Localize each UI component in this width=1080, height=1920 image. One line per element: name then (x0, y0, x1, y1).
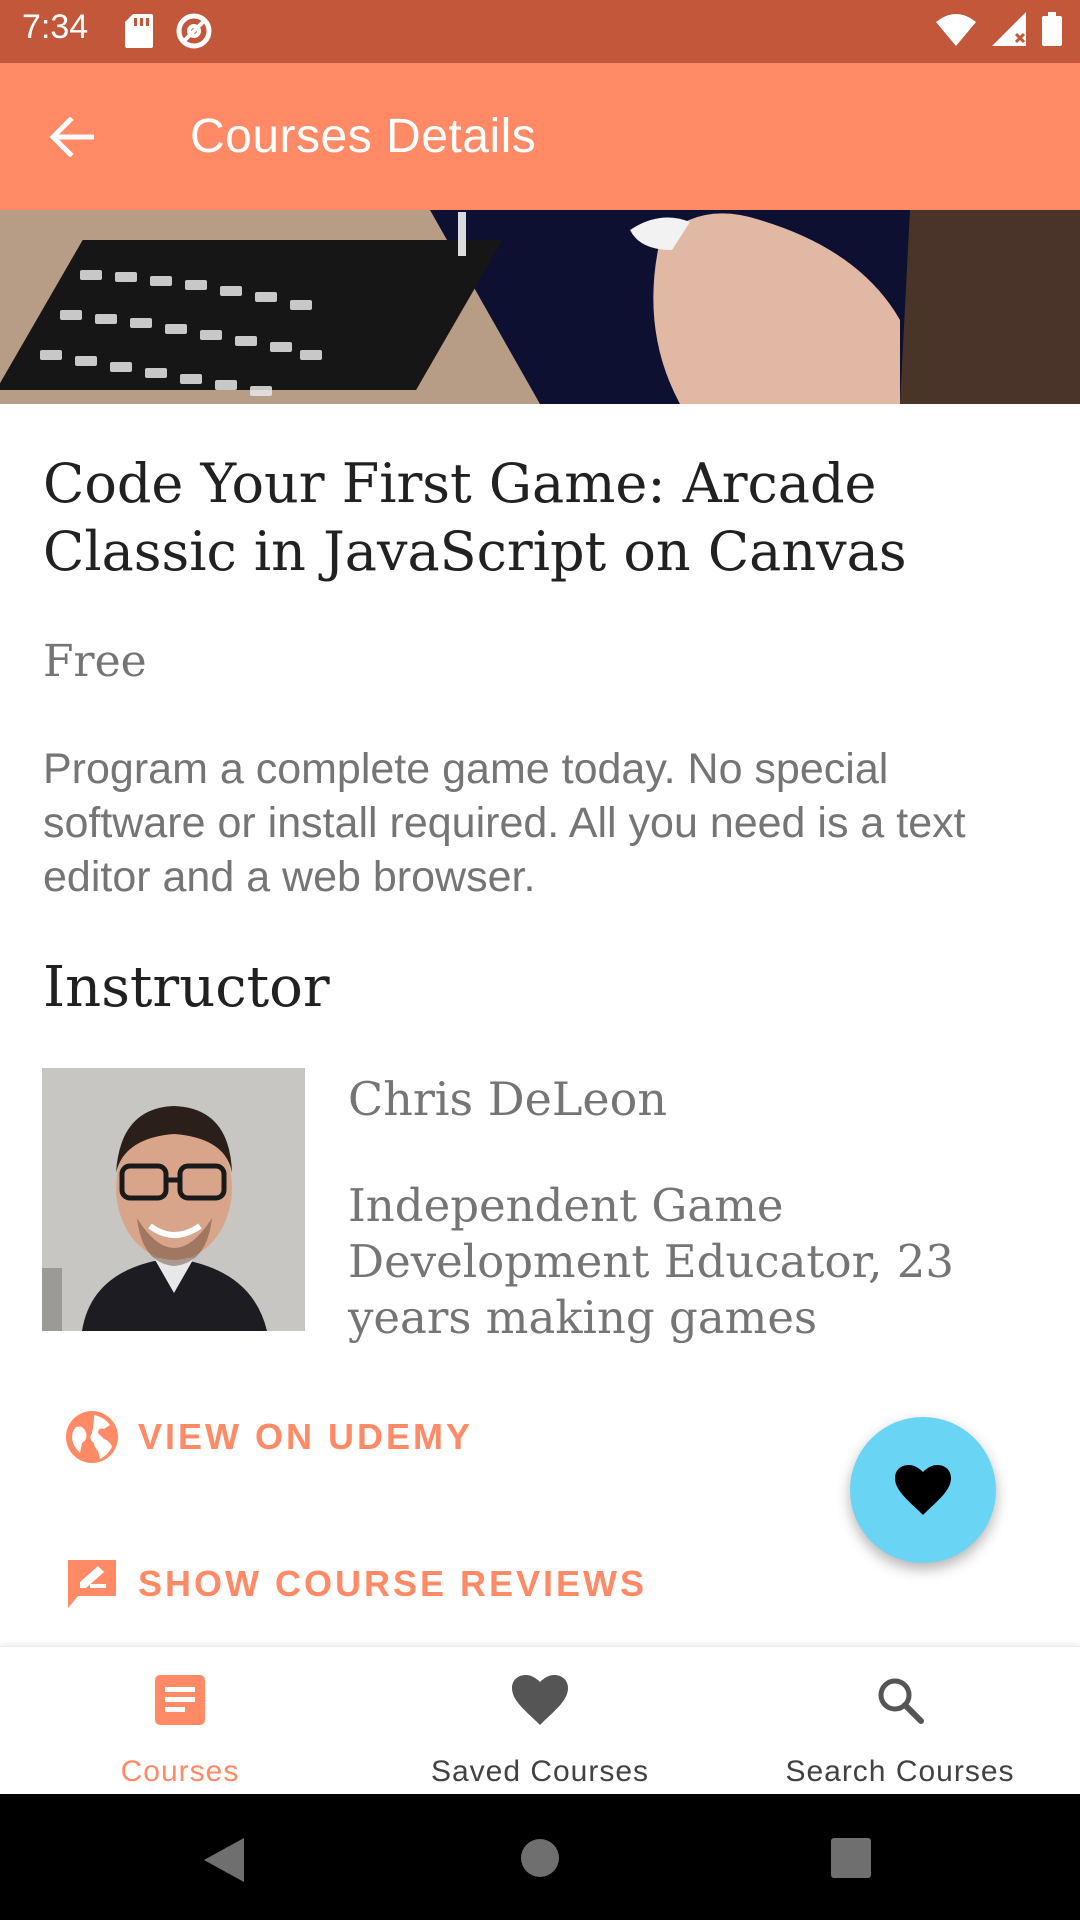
save-course-fab[interactable] (850, 1417, 996, 1563)
system-recents-button[interactable] (831, 1838, 871, 1882)
nav-label-courses: Courses (120, 1755, 240, 1788)
circle-home-icon (521, 1839, 559, 1877)
square-recents-icon (831, 1838, 871, 1878)
arrow-back-icon (49, 117, 94, 157)
status-bar: 7:34 (0, 0, 1080, 63)
view-on-udemy-label: VIEW ON UDEMY (138, 1416, 474, 1457)
system-home-button[interactable] (520, 1838, 560, 1882)
status-system-icons (936, 12, 1062, 46)
list-icon (155, 1675, 205, 1725)
sd-card-icon (125, 14, 153, 48)
system-navigation-bar (0, 1794, 1080, 1920)
system-back-button[interactable] (204, 1838, 244, 1886)
triangle-back-icon (204, 1838, 244, 1882)
battery-icon (1042, 12, 1062, 46)
show-course-reviews-label: SHOW COURSE REVIEWS (138, 1563, 648, 1604)
course-price: Free (43, 636, 147, 687)
nav-item-courses[interactable]: Courses (0, 1647, 360, 1795)
globe-icon (66, 1411, 118, 1463)
app-bar: Courses Details (0, 63, 1080, 210)
instructor-avatar (42, 1068, 305, 1331)
status-time: 7:34 (22, 8, 89, 46)
course-title: Code Your First Game: Arcade Classic in … (43, 452, 907, 583)
rate-review-icon (68, 1560, 116, 1608)
view-on-udemy-button[interactable]: VIEW ON UDEMY (64, 1409, 473, 1465)
nav-label-search-courses: Search Courses (785, 1755, 1015, 1788)
nav-item-search-courses[interactable]: Search Courses (720, 1647, 1080, 1795)
search-icon (878, 1678, 924, 1724)
course-hero-image (0, 210, 1080, 404)
wifi-icon (936, 14, 976, 46)
instructor-name: Chris DeLeon (348, 1072, 667, 1126)
signal-icon (992, 12, 1026, 46)
back-button[interactable] (40, 106, 102, 168)
status-notifications (125, 12, 213, 50)
instructor-bio: Independent Game Development Educator, 2… (348, 1179, 955, 1344)
show-course-reviews-button[interactable]: SHOW COURSE REVIEWS (64, 1556, 647, 1612)
heart-icon (512, 1675, 568, 1725)
heart-icon (895, 1465, 951, 1515)
course-description: Program a complete game today. No specia… (43, 745, 966, 901)
bottom-navigation: Courses Saved Courses Search Courses (0, 1646, 1080, 1795)
nav-label-saved-courses: Saved Courses (430, 1755, 650, 1788)
instructor-heading: Instructor (43, 955, 330, 1020)
nav-item-saved-courses[interactable]: Saved Courses (360, 1647, 720, 1795)
page-title: Courses Details (190, 110, 537, 163)
sync-off-icon (176, 13, 212, 49)
